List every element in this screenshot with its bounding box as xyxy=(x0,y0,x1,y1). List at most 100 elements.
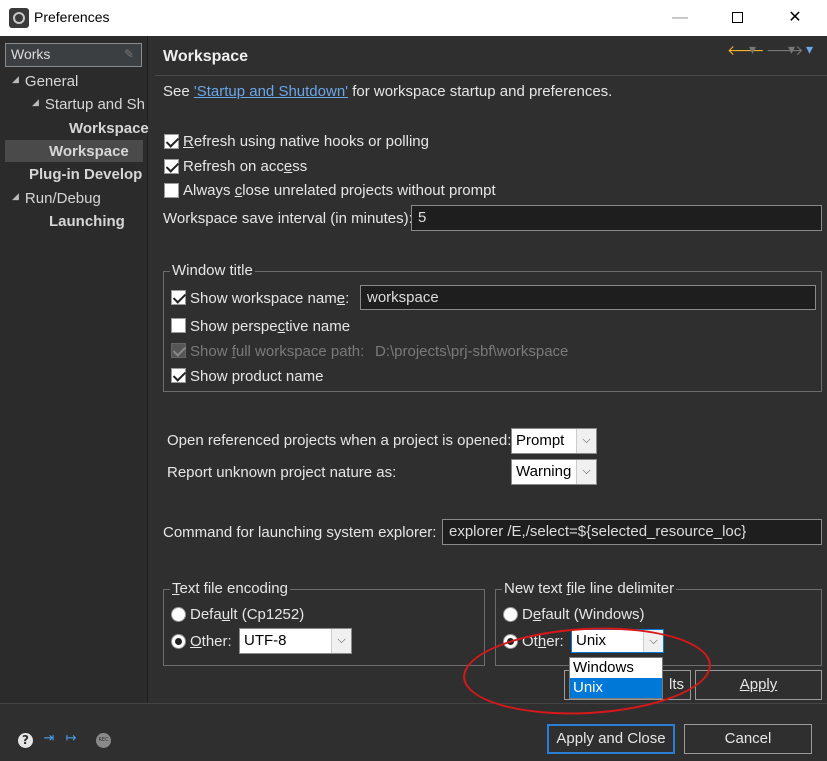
button-label: Apply xyxy=(739,676,778,693)
delimiter-default-radio[interactable] xyxy=(503,607,518,622)
system-explorer-label: Command for launching system explorer: xyxy=(163,524,437,541)
label-text: er: xyxy=(546,633,564,650)
label-text: tive name xyxy=(285,318,351,335)
save-interval-input[interactable]: 5 xyxy=(411,205,822,231)
label-text: Show workspace nam xyxy=(190,290,337,307)
label-text: Refresh on acc xyxy=(183,158,284,175)
tree-item-startup[interactable]: ◢ Startup and Sh xyxy=(32,96,145,113)
full-path-value: D:\projects\prj-sbf\workspace xyxy=(375,343,569,360)
encoding-default-radio[interactable] xyxy=(171,607,186,622)
back-icon[interactable]: 🡐 xyxy=(727,42,765,59)
tree-item-plugin-dev[interactable]: Plug-in Develop xyxy=(29,166,142,183)
chevron-down-icon[interactable]: ⌵ xyxy=(576,460,596,484)
tree-item-startup-workspace[interactable]: Workspace xyxy=(69,120,149,137)
window-title: Preferences xyxy=(34,9,110,25)
label-text: Always xyxy=(183,182,235,199)
title-bar: Preferences — ✕ xyxy=(0,0,827,36)
view-menu-icon[interactable]: ▾ xyxy=(806,42,813,58)
tree-item-general[interactable]: ◢ General xyxy=(12,73,78,90)
save-interval-label: Workspace save interval (in minutes): xyxy=(163,210,413,227)
label-text: lose unrelated projects without prompt xyxy=(242,182,496,199)
intro-prefix: See xyxy=(163,83,194,100)
show-workspace-name-checkbox[interactable] xyxy=(171,290,186,305)
encoding-select[interactable]: UTF-8 ⌵ xyxy=(239,628,352,654)
filter-text: Works xyxy=(11,46,51,62)
label-text: Show xyxy=(190,343,232,360)
cancel-button[interactable]: Cancel xyxy=(684,724,812,754)
dialog-footer: ? ⇥ ↦ REC Apply and Close Cancel xyxy=(0,703,827,761)
mnemonic: h xyxy=(537,633,547,650)
clear-filter-icon[interactable]: ✎ xyxy=(124,47,138,61)
always-close-checkbox[interactable] xyxy=(164,183,179,198)
encoding-default-label: Default (Cp1252) xyxy=(190,606,304,623)
label-text: : xyxy=(345,290,350,307)
expand-twisty-icon[interactable]: ◢ xyxy=(32,97,39,107)
expand-twisty-icon[interactable]: ◢ xyxy=(12,74,19,84)
report-nature-select[interactable]: Warning ⌵ xyxy=(511,459,597,485)
forward-icon[interactable]: 🡒 xyxy=(766,42,804,59)
system-explorer-input[interactable]: explorer /E,/select=${selected_resource_… xyxy=(442,519,822,545)
group-label: New text file line delimiter xyxy=(502,580,677,597)
refresh-access-checkbox[interactable] xyxy=(164,159,179,174)
selected-value: Prompt xyxy=(516,432,565,449)
mnemonic: u xyxy=(221,606,231,623)
apply-and-close-button[interactable]: Apply and Close xyxy=(547,724,675,754)
help-icon[interactable]: ? xyxy=(18,733,33,748)
forward-menu-icon[interactable]: ▾ xyxy=(788,42,795,58)
tree-item-label: Run/Debug xyxy=(24,190,101,207)
export-icon[interactable]: ↦ xyxy=(63,731,79,747)
page-title: Workspace xyxy=(163,48,249,65)
tree-item-label: Startup and Sh xyxy=(44,96,145,113)
show-product-checkbox[interactable] xyxy=(171,368,186,383)
button-label: lts xyxy=(669,676,684,693)
mnemonic: O xyxy=(190,633,202,650)
show-product-label: Show product name xyxy=(190,368,324,385)
import-icon[interactable]: ⇥ xyxy=(41,731,57,747)
chevron-down-icon[interactable]: ⌵ xyxy=(576,429,596,453)
startup-shutdown-link[interactable]: 'Startup and Shutdown' xyxy=(194,83,348,100)
label-text: fault (Windows) xyxy=(541,606,645,623)
selected-value: UTF-8 xyxy=(244,632,287,649)
delimiter-option-unix[interactable]: Unix xyxy=(570,678,662,698)
maximize-button[interactable] xyxy=(708,0,766,36)
label-text: efresh using native hooks or polling xyxy=(193,133,429,150)
delimiter-other-radio[interactable] xyxy=(503,634,518,649)
refresh-native-checkbox[interactable] xyxy=(164,134,179,149)
apply-button[interactable]: Apply xyxy=(695,670,822,700)
workspace-name-input[interactable]: workspace xyxy=(360,285,816,310)
app-icon xyxy=(9,8,29,28)
label-text: ull workspace path: xyxy=(235,343,365,360)
show-perspective-checkbox[interactable] xyxy=(171,318,186,333)
group-label: Text file encoding xyxy=(170,580,290,597)
expand-twisty-icon[interactable]: ◢ xyxy=(12,191,19,201)
chevron-down-icon[interactable]: ⌵ xyxy=(331,629,351,653)
mnemonic: e xyxy=(532,606,542,623)
delimiter-option-windows[interactable]: Windows xyxy=(570,658,662,678)
refresh-native-label: Refresh using native hooks or polling xyxy=(183,133,429,150)
label-text: ile line delimiter xyxy=(570,580,675,597)
minimize-button[interactable]: — xyxy=(651,0,709,36)
show-full-path-checkbox xyxy=(171,343,186,358)
tree-item-run-debug[interactable]: ◢ Run/Debug xyxy=(12,190,101,207)
chevron-down-icon[interactable]: ⌵ xyxy=(643,630,663,652)
delimiter-other-label: Other: xyxy=(522,633,564,650)
close-button[interactable]: ✕ xyxy=(766,0,824,36)
tree-item-workspace[interactable]: Workspace xyxy=(49,143,129,160)
delimiter-dropdown-list: Windows Unix xyxy=(569,657,663,699)
tree-item-launching[interactable]: Launching xyxy=(49,213,125,230)
preference-page: Workspace 🡐 ▾ 🡒 ▾ ▾ See 'Startup and Shu… xyxy=(155,36,827,703)
label-text: Show perspe xyxy=(190,318,278,335)
open-referenced-select[interactable]: Prompt ⌵ xyxy=(511,428,597,454)
report-nature-label: Report unknown project nature as: xyxy=(167,464,397,481)
mnemonic: R xyxy=(183,133,194,150)
show-perspective-label: Show perspective name xyxy=(190,318,350,335)
encoding-other-radio[interactable] xyxy=(171,634,186,649)
delimiter-select[interactable]: Unix ⌵ xyxy=(571,629,664,653)
filter-input[interactable]: Works ✎ xyxy=(5,43,142,67)
back-menu-icon[interactable]: ▾ xyxy=(749,42,756,58)
always-close-label: Always close unrelated projects without … xyxy=(183,182,496,199)
record-icon[interactable]: REC xyxy=(96,733,111,748)
refresh-access-label: Refresh on access xyxy=(183,158,307,175)
label-text: New text xyxy=(504,580,567,597)
mnemonic: T xyxy=(172,580,180,597)
